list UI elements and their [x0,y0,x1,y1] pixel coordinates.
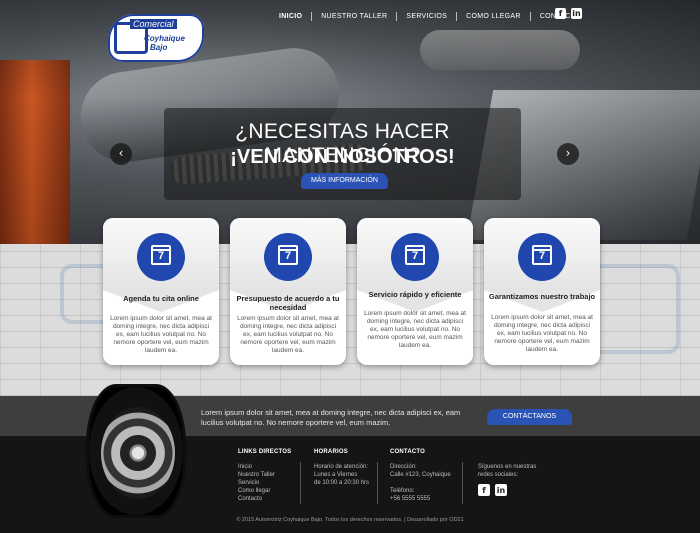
card-text: Lorem ipsum dolor sit amet, mea at domin… [491,314,593,353]
social-text: Síguenos en nuestras redes sociales: [478,464,537,478]
footer-divider [300,462,301,504]
linkedin-icon[interactable]: in [495,484,507,496]
hours-heading: HORARIOS [314,449,348,455]
footer-social: f in [478,484,507,496]
tire-image [86,384,186,518]
band-text: Lorem ipsum dolor sit amet, mea at domin… [201,408,461,427]
card-title: Presupuesto de acuerdo a tu necesidad [236,294,340,312]
footer-link-servicio[interactable]: Servicio [238,479,275,487]
footer-link-inicio[interactable]: Inicio [238,463,275,471]
linkedin-icon[interactable]: in [571,8,582,19]
nav-como-llegar[interactable]: COMO LLEGAR [457,13,530,20]
site-logo[interactable]: Comercial Coyhaique Bajo [104,10,208,66]
logo-text: Comercial [130,19,177,29]
more-info-button[interactable]: MÁS INFORMACIÓN [301,173,388,189]
card-text: Lorem ipsum dolor sit amet, mea at domin… [110,315,212,354]
copyright: © 2015 Automotriz Coyhaique Bajo. Todos … [236,517,464,523]
service-card: 7 Agenda tu cita online Lorem ipsum dolo… [103,218,219,365]
footer-divider [377,462,378,504]
card-title: Servicio rápido y eficiente [368,290,462,299]
service-card: 7 Presupuesto de acuerdo a tu necesidad … [230,218,346,365]
main-nav: INICIO NUESTRO TALLER SERVICIOS COMO LLE… [270,8,590,24]
next-slide-icon[interactable]: › [557,143,579,165]
card-title: Garantizamos nuestro trabajo [488,292,596,301]
footer-link-contacto[interactable]: Contacto [238,495,275,503]
footer-link-como-llegar[interactable]: Como llegar [238,487,275,495]
card-text: Lorem ipsum dolor sit amet, mea at domin… [237,315,339,354]
service-card: 7 Garantizamos nuestro trabajo Lorem ips… [484,218,600,365]
nav-servicios[interactable]: SERVICIOS [397,13,456,20]
footer-link-nuestro-taller[interactable]: Nuestro Taller [238,471,275,479]
facebook-icon[interactable]: f [478,484,490,496]
calendar-icon: 7 [518,233,566,281]
logo-text: Bajo [150,43,168,52]
header-social: f in [555,8,582,19]
card-title: Agenda tu cita online [123,294,199,303]
prev-slide-icon[interactable]: ‹ [110,143,132,165]
card-text: Lorem ipsum dolor sit amet, mea at domin… [364,310,466,349]
nav-inicio[interactable]: INICIO [270,13,311,20]
calendar-icon: 7 [137,233,185,281]
service-card: 7 Servicio rápido y eficiente Lorem ipsu… [357,218,473,365]
footer-links: Inicio Nuestro Taller Servicio Como lleg… [238,463,275,503]
hero-subheading: ¡VEN CON NOSOTROS! [230,146,455,168]
links-heading: LINKS DIRECTOS [238,449,292,455]
phone-number: +56 5555 5555 [390,496,431,502]
footer-divider [462,462,463,504]
hours-text: Horario de atención: Lunes a Viernes de … [314,464,370,486]
logo-text: Coyhaique [144,34,185,43]
calendar-icon: 7 [391,233,439,281]
contact-button[interactable]: CONTÁCTANOS [487,409,572,425]
facebook-icon[interactable]: f [555,8,566,19]
calendar-icon: 7 [264,233,312,281]
contact-info: Dirección: Calle #123, Coyhaique Teléfon… [390,464,451,502]
nav-nuestro-taller[interactable]: NUESTRO TALLER [312,13,396,20]
contact-heading: CONTACTO [390,449,426,455]
hero-caption: ¿NECESITAS HACER MANTENCIÓN? ¡VEN CON NO… [164,108,521,200]
